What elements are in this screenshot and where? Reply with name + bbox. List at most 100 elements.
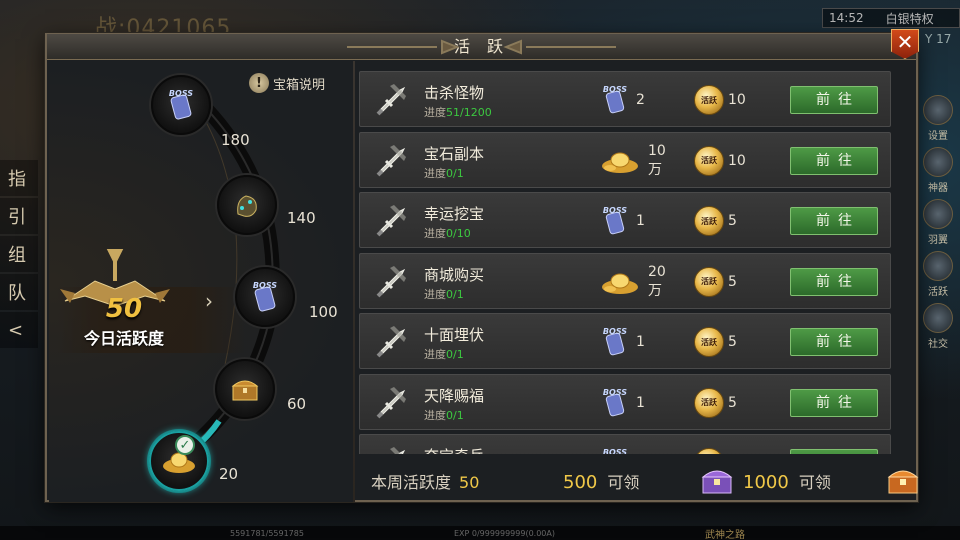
- task-reward-activity: 活跃5: [694, 447, 764, 454]
- task-reward-activity: 活跃 10: [694, 84, 764, 116]
- activity-icon: [923, 251, 953, 281]
- title-ornament-right-icon: [503, 39, 616, 55]
- go-button[interactable]: 前往: [790, 207, 878, 235]
- tier-500-amount: 500: [563, 472, 598, 493]
- activity-amount: 5: [728, 394, 737, 411]
- go-button[interactable]: 前往: [790, 388, 878, 417]
- go-button[interactable]: 前往: [790, 86, 878, 114]
- task-reward-activity: 活跃 10: [694, 145, 764, 177]
- task-reward-activity: 活跃5: [694, 387, 764, 419]
- weekly-tier-500: 500 可领: [563, 469, 639, 493]
- go-button[interactable]: 前往: [790, 267, 878, 296]
- chest-help-link[interactable]: ! 宝箱说明: [249, 73, 325, 93]
- claimed-check-icon: ✓: [175, 435, 195, 455]
- panel-title-bar: 活 跃: [47, 34, 916, 60]
- go-button[interactable]: 前往: [790, 328, 878, 356]
- task-progress: 进度0/10: [424, 227, 471, 240]
- task-name: 天降赐福: [424, 386, 485, 405]
- purple-chest-icon[interactable]: [697, 461, 737, 497]
- task-progress: 进度0/1: [424, 287, 464, 301]
- svg-text:BOSS: BOSS: [253, 281, 277, 290]
- activity-coin-icon: 活跃: [694, 387, 724, 418]
- task-reward-primary: BOSS 1: [598, 326, 678, 358]
- sword-icon: [372, 262, 412, 302]
- task-progress-value: 0/1: [446, 408, 464, 422]
- today-activity-value: 50: [105, 294, 143, 324]
- milestone-180[interactable]: BOSS: [151, 75, 211, 135]
- side-tab-team-2[interactable]: 队: [0, 274, 38, 310]
- boss-token-icon: BOSS: [598, 206, 632, 236]
- svg-text:BOSS: BOSS: [603, 206, 627, 215]
- side-tab-guide-2[interactable]: 引: [0, 198, 38, 234]
- boss-token-icon: BOSS: [169, 89, 193, 120]
- orange-chest-icon[interactable]: [883, 461, 923, 497]
- svg-text:BOSS: BOSS: [603, 388, 627, 397]
- activity-amount: 5: [728, 273, 737, 290]
- side-tab-guide-1[interactable]: 指: [0, 160, 38, 196]
- activity-coin-icon: 活跃: [694, 448, 724, 454]
- milestone-140[interactable]: [217, 175, 277, 235]
- task-name: 幸运挖宝: [424, 205, 485, 223]
- settings-icon: [923, 95, 953, 125]
- menu-wings[interactable]: 羽翼: [916, 194, 960, 246]
- go-button[interactable]: 前往: [790, 449, 878, 454]
- menu-social[interactable]: 社交: [916, 298, 960, 350]
- svg-text:BOSS: BOSS: [603, 327, 627, 336]
- reward-amount: 1: [636, 334, 645, 350]
- milestone-value-20: 20: [219, 465, 239, 483]
- task-progress: 进度51/1200: [424, 106, 492, 119]
- task-list[interactable]: 击杀怪物 进度51/1200 BOSS 2 活跃 10 前往 宝石副本 进度0/1 …: [359, 71, 899, 454]
- task-reward-activity: 活跃5: [694, 205, 764, 237]
- reward-amount: 10万: [648, 142, 666, 178]
- reward-amount: 1: [636, 394, 645, 411]
- menu-activity[interactable]: 活跃: [916, 246, 960, 298]
- weekly-activity-label: 本周活跃度: [371, 473, 452, 492]
- left-side-tabs: 指 引 组 队 <: [0, 160, 38, 350]
- task-reward-primary: BOSS1: [598, 447, 678, 454]
- milestone-60[interactable]: [215, 359, 275, 419]
- tier-1000-label: 可领: [798, 473, 831, 492]
- sword-icon: [372, 383, 412, 423]
- task-name: 击杀怪物: [424, 84, 485, 102]
- chevron-right-icon: ›: [205, 289, 213, 313]
- task-name: 夺宝奇兵: [424, 445, 484, 454]
- today-activity-label: 今日活跃度: [83, 329, 164, 348]
- sword-icon: [372, 322, 412, 362]
- menu-artifact[interactable]: 神器: [916, 142, 960, 194]
- task-progress: 进度0/1: [424, 348, 464, 361]
- gold-ingot-icon: [598, 267, 644, 297]
- sword-icon: [372, 443, 412, 454]
- task-row: 宝石副本 进度0/1 10万 活跃 10 前往: [359, 131, 891, 188]
- activity-coin-icon: 活跃: [694, 206, 724, 236]
- go-button[interactable]: 前往: [790, 146, 878, 175]
- sword-icon: [372, 80, 412, 120]
- social-icon: [923, 303, 953, 333]
- side-tab-team-1[interactable]: 组: [0, 236, 38, 272]
- svg-text:BOSS: BOSS: [169, 89, 193, 98]
- milestone-100[interactable]: BOSS: [235, 267, 295, 327]
- tier-500-label: 可领: [607, 473, 640, 492]
- status-bar: 14:52 白银特权: [822, 8, 960, 28]
- milestone-area: ! 宝箱说明 50 今日活跃度 › BOSS 180 140 BOSS 100 …: [49, 61, 355, 502]
- activity-amount: 5: [728, 213, 737, 229]
- sword-icon: [372, 141, 412, 181]
- task-reward-primary: BOSS1: [598, 205, 678, 237]
- info-icon: !: [249, 73, 269, 93]
- task-progress-value: 0/1: [446, 166, 464, 180]
- task-row: 商城购买 进度0/1 20万 活跃 5 前往: [359, 252, 891, 309]
- weekly-tier-1000: 1000 可领: [743, 469, 831, 493]
- task-progress: 进度0/1: [424, 166, 464, 180]
- task-name: 商城购买: [424, 265, 485, 284]
- task-row: 幸运挖宝 进度0/10 BOSS 1 活跃 5 前往: [359, 192, 891, 248]
- menu-settings[interactable]: 设置: [916, 90, 960, 142]
- task-progress-value: 51/1200: [446, 106, 492, 119]
- task-name: 宝石副本: [424, 144, 485, 163]
- collapse-arrow-icon[interactable]: <: [0, 312, 38, 348]
- activity-amount: 10: [728, 152, 746, 169]
- weekly-activity-bar: 本周活跃度 50 500 可领 1000 可领: [359, 457, 919, 501]
- task-row: 天降赐福 进度0/1 BOSS 1 活跃 5 前往: [359, 373, 891, 430]
- task-reward-activity: 活跃5: [694, 326, 764, 358]
- activity-coin-icon: 活跃: [694, 145, 724, 176]
- tier-1000-amount: 1000: [743, 472, 789, 493]
- task-reward-primary: 20万: [598, 264, 678, 299]
